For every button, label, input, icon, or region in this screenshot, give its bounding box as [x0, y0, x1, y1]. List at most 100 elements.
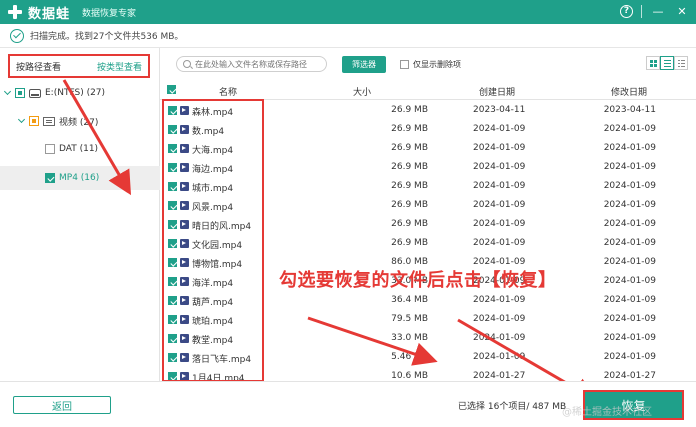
tree-item-drive[interactable]: E:(NTFS) (27)	[0, 82, 160, 104]
tree-item-label: 视频 (27)	[59, 117, 99, 128]
file-size: 10.6 MB	[391, 371, 428, 381]
only-deleted-label: 仅显示删除项	[413, 60, 461, 69]
file-size: 26.9 MB	[391, 238, 428, 248]
file-modified-date: 2024-01-27	[603, 371, 656, 381]
window-controls: ? — ✕	[620, 3, 690, 19]
file-size: 26.9 MB	[391, 105, 428, 115]
search-icon[interactable]	[183, 60, 191, 68]
tree-item-dat[interactable]: DAT (11)	[0, 138, 160, 160]
drive-icon	[29, 88, 41, 98]
file-created-date: 2024-01-09	[473, 238, 526, 248]
chevron-down-icon[interactable]	[18, 117, 26, 125]
table-header: 名称 大小 创建日期 修改日期	[160, 80, 696, 100]
file-modified-date: 2024-01-09	[603, 352, 656, 362]
column-header-modified[interactable]: 修改日期	[611, 85, 647, 98]
list-icon	[663, 59, 671, 67]
tree-item-video[interactable]: 视频 (27)	[0, 110, 160, 132]
scan-status-bar: 扫描完成。找到27个文件共536 MB。	[0, 24, 696, 48]
list-view-button[interactable]	[660, 56, 674, 70]
video-folder-checkbox[interactable]	[29, 116, 39, 126]
file-size: 33.0 MB	[391, 333, 428, 343]
file-created-date: 2024-01-09	[473, 333, 526, 343]
tree-item-label: DAT (11)	[59, 144, 99, 154]
chevron-down-icon[interactable]	[4, 89, 12, 97]
grid-icon	[649, 59, 657, 67]
selected-summary: 已选择 16个项目/ 487 MB	[458, 402, 567, 412]
files-highlight-box	[162, 99, 264, 382]
column-header-name[interactable]: 名称	[219, 85, 237, 98]
grid-view-button[interactable]	[646, 56, 660, 70]
file-modified-date: 2024-01-09	[603, 162, 656, 172]
only-deleted-checkbox[interactable]	[400, 60, 409, 69]
column-header-size[interactable]: 大小	[353, 85, 371, 98]
file-modified-date: 2024-01-09	[603, 314, 656, 324]
file-modified-date: 2024-01-09	[603, 143, 656, 153]
search-input[interactable]	[195, 59, 317, 69]
tree-item-label: MP4 (16)	[59, 173, 100, 183]
file-created-date: 2024-01-09	[473, 352, 526, 362]
file-size: 36.4 MB	[391, 295, 428, 305]
file-size: 26.9 MB	[391, 200, 428, 210]
tab-by-type[interactable]: 按类型查看	[97, 60, 142, 73]
file-modified-date: 2024-01-09	[603, 200, 656, 210]
plus-logo-icon	[8, 5, 22, 19]
column-header-created[interactable]: 创建日期	[479, 85, 515, 98]
file-modified-date: 2024-01-09	[603, 333, 656, 343]
minimize-button[interactable]: —	[650, 3, 666, 19]
tab-by-path[interactable]: 按路径查看	[16, 60, 61, 73]
file-size: 26.9 MB	[391, 181, 428, 191]
left-panel: 按路径查看 按类型查看 E:(NTFS) (27) 视频 (27) DAT (1…	[0, 48, 160, 381]
controls-divider	[641, 4, 642, 18]
file-created-date: 2024-01-09	[473, 314, 526, 324]
back-button[interactable]: 返回	[13, 396, 111, 414]
file-size: 26.9 MB	[391, 143, 428, 153]
file-created-date: 2024-01-27	[473, 371, 526, 381]
file-size: 79.5 MB	[391, 314, 428, 324]
video-folder-icon	[43, 116, 55, 126]
file-created-date: 2023-04-11	[473, 105, 526, 115]
close-button[interactable]: ✕	[674, 3, 690, 19]
app-brand: 数据蛙	[28, 6, 71, 22]
file-size: 26.9 MB	[391, 219, 428, 229]
dat-checkbox[interactable]	[45, 144, 55, 154]
view-mode-switcher	[646, 56, 688, 70]
file-modified-date: 2024-01-09	[603, 238, 656, 248]
file-modified-date: 2024-01-09	[603, 257, 656, 267]
file-modified-date: 2024-01-09	[603, 295, 656, 305]
file-modified-date: 2024-01-09	[603, 276, 656, 286]
file-created-date: 2024-01-09	[473, 200, 526, 210]
tree-item-mp4[interactable]: MP4 (16)	[0, 166, 160, 190]
file-size: 26.9 MB	[391, 124, 428, 134]
file-size: 5.46 MB	[391, 352, 428, 362]
instruction-annotation: 勾选要恢复的文件后点击【恢复】	[279, 270, 557, 291]
view-mode-tabs: 按路径查看 按类型查看	[8, 54, 150, 78]
watermark: @稀土掘金技术社区	[562, 407, 652, 418]
help-icon[interactable]: ?	[620, 4, 633, 18]
file-size: 26.9 MB	[391, 162, 428, 172]
file-modified-date: 2024-01-09	[603, 181, 656, 191]
app-subtitle: 数据恢复专家	[82, 8, 137, 19]
select-all-checkbox[interactable]	[167, 85, 176, 94]
tree-item-label: E:(NTFS) (27)	[45, 88, 106, 98]
search-box[interactable]	[176, 56, 327, 72]
title-bar: 数据蛙 数据恢复专家 ? — ✕	[0, 0, 696, 24]
app-logo: 数据蛙	[8, 3, 70, 22]
check-circle-icon	[10, 28, 24, 43]
filter-button[interactable]: 筛选器	[342, 56, 386, 73]
file-created-date: 2024-01-09	[473, 181, 526, 191]
file-created-date: 2024-01-09	[473, 295, 526, 305]
file-created-date: 2024-01-09	[473, 124, 526, 134]
file-created-date: 2024-01-09	[473, 162, 526, 172]
detail-view-button[interactable]	[674, 56, 688, 70]
detail-list-icon	[677, 59, 685, 67]
mp4-checkbox[interactable]	[45, 173, 55, 183]
drive-checkbox[interactable]	[15, 88, 25, 98]
only-deleted-toggle[interactable]: 仅显示删除项	[400, 59, 461, 70]
file-created-date: 2024-01-09	[473, 219, 526, 229]
file-modified-date: 2024-01-09	[603, 219, 656, 229]
file-toolbar: 筛选器 仅显示删除项	[160, 48, 696, 80]
scan-status-text: 扫描完成。找到27个文件共536 MB。	[30, 32, 184, 42]
file-modified-date: 2023-04-11	[603, 105, 656, 115]
file-created-date: 2024-01-09	[473, 143, 526, 153]
file-modified-date: 2024-01-09	[603, 124, 656, 134]
